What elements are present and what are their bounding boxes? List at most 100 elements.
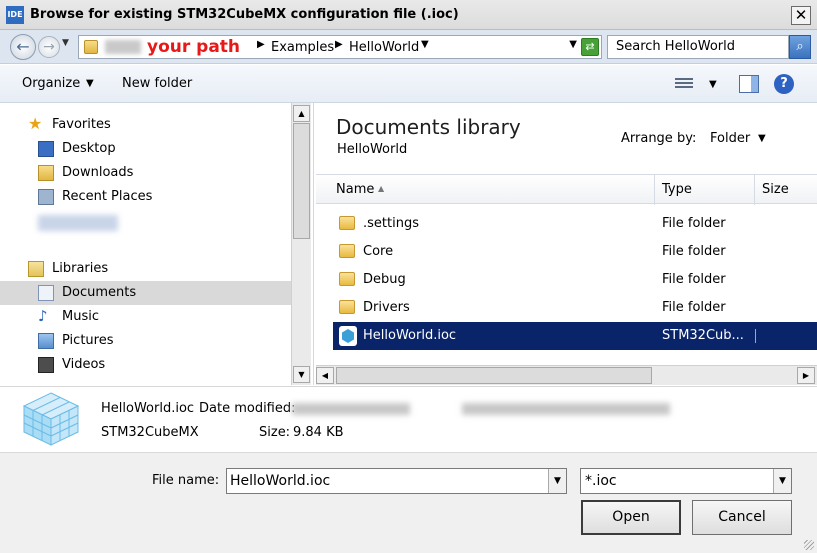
stm32cubemx-file-icon <box>339 326 357 346</box>
videos-icon <box>38 357 54 373</box>
breadcrumb-helloworld[interactable]: HelloWorld <box>349 40 419 55</box>
back-button[interactable]: ← <box>10 34 36 60</box>
recent-locations-chevron-icon[interactable]: ▼ <box>62 38 69 48</box>
view-dropdown-icon[interactable]: ▼ <box>709 79 717 90</box>
date-modified-label: Date modified: <box>199 401 296 416</box>
file-name: Core <box>363 244 394 259</box>
open-button[interactable]: Open <box>581 500 681 535</box>
arrange-by-label: Arrange by: <box>621 131 697 146</box>
nav-videos[interactable]: Videos <box>0 353 291 377</box>
redacted-path <box>462 403 670 415</box>
arrange-dropdown-icon[interactable]: ▼ <box>758 133 766 144</box>
nav-documents[interactable]: Documents <box>0 281 291 305</box>
nav-recent-places[interactable]: Recent Places <box>0 185 291 209</box>
file-name-dropdown-icon[interactable]: ▼ <box>548 469 566 493</box>
breadcrumb-examples[interactable]: Examples <box>271 40 334 55</box>
dialog-footer: File name: HelloWorld.ioc ▼ *.ioc ▼ Open… <box>0 452 817 553</box>
forward-button[interactable]: → <box>38 36 60 58</box>
scroll-thumb[interactable] <box>336 367 652 384</box>
preview-pane-icon[interactable] <box>739 75 759 93</box>
file-row[interactable]: .settings File folder <box>333 210 817 238</box>
file-row[interactable]: Drivers File folder <box>333 294 817 322</box>
column-size[interactable]: Size <box>755 175 817 205</box>
help-icon[interactable]: ? <box>774 74 794 94</box>
scroll-right-icon[interactable]: ▶ <box>797 367 815 384</box>
address-bar[interactable]: your path ▶ Examples ▶ HelloWorld ▼ ▼ ⇄ <box>78 35 602 59</box>
navigation-pane[interactable]: ★ Favorites Desktop Downloads Recent Pla… <box>0 103 314 385</box>
file-name: .settings <box>363 216 419 231</box>
nav-label: Pictures <box>62 333 114 348</box>
breadcrumb-separator-icon[interactable]: ▶ <box>257 39 265 50</box>
nav-redacted-item[interactable] <box>0 209 291 233</box>
new-folder-button[interactable]: New folder <box>122 76 192 91</box>
file-type: File folder <box>662 244 726 259</box>
window-title: Browse for existing STM32CubeMX configur… <box>30 7 459 22</box>
file-name: Debug <box>363 272 406 287</box>
music-icon: ♪ <box>38 307 48 325</box>
redacted-item <box>38 215 118 231</box>
file-name-label: File name: <box>152 473 220 488</box>
column-separator <box>755 329 756 343</box>
size-value: 9.84 KB <box>293 425 344 440</box>
file-row-selected[interactable]: HelloWorld.ioc STM32Cub... <box>333 322 817 350</box>
file-type: File folder <box>662 216 726 231</box>
folder-icon <box>339 272 355 286</box>
refresh-button[interactable]: ⇄ <box>581 38 599 56</box>
nav-label: Desktop <box>62 141 116 156</box>
command-bar: Organize ▼ New folder ▼ ? <box>0 65 817 103</box>
pictures-icon <box>38 333 54 349</box>
file-type-dropdown-icon[interactable]: ▼ <box>773 469 791 493</box>
file-row[interactable]: Debug File folder <box>333 266 817 294</box>
scroll-thumb[interactable] <box>293 123 310 239</box>
horizontal-scrollbar[interactable]: ◀ ▶ <box>316 365 817 385</box>
nav-pictures[interactable]: Pictures <box>0 329 291 353</box>
file-type: STM32Cub... <box>662 328 744 343</box>
redacted-date <box>292 403 410 415</box>
file-type-value: *.ioc <box>585 473 617 489</box>
folder-icon <box>339 216 355 230</box>
change-view-icon[interactable] <box>675 76 693 92</box>
recent-places-icon <box>38 189 54 205</box>
nav-label: Videos <box>62 357 106 372</box>
file-row[interactable]: Core File folder <box>333 238 817 266</box>
file-name-input[interactable]: HelloWorld.ioc ▼ <box>226 468 567 494</box>
breadcrumb-separator-icon[interactable]: ▶ <box>335 39 343 50</box>
nav-label: Music <box>62 309 99 324</box>
nav-libraries[interactable]: Libraries <box>0 257 291 281</box>
nav-favorites[interactable]: ★ Favorites <box>0 113 291 137</box>
file-name: Drivers <box>363 300 410 315</box>
search-icon[interactable]: ⌕ <box>789 35 811 59</box>
file-type: File folder <box>662 300 726 315</box>
scroll-left-icon[interactable]: ◀ <box>316 367 334 384</box>
column-header: Name ▲ Type Size <box>316 174 817 205</box>
organize-dropdown-icon[interactable]: ▼ <box>86 78 94 89</box>
library-subtitle: HelloWorld <box>337 142 408 157</box>
sort-ascending-icon: ▲ <box>378 184 385 193</box>
breadcrumb-dropdown-icon[interactable]: ▼ <box>421 39 429 50</box>
details-pane: HelloWorld.ioc Date modified: STM32CubeM… <box>0 386 817 452</box>
details-filename: HelloWorld.ioc <box>101 401 195 416</box>
file-list-pane[interactable]: Documents library HelloWorld Arrange by:… <box>316 103 817 385</box>
libraries-icon <box>28 261 44 277</box>
resize-grip-icon[interactable] <box>804 540 814 550</box>
nav-downloads[interactable]: Downloads <box>0 161 291 185</box>
cancel-button[interactable]: Cancel <box>692 500 792 535</box>
scroll-down-icon[interactable]: ▼ <box>293 366 310 383</box>
folder-icon <box>84 40 98 54</box>
app-icon: IDE <box>6 6 24 24</box>
search-input[interactable]: Search HelloWorld <box>607 35 789 59</box>
nav-music[interactable]: ♪ Music <box>0 305 291 329</box>
nav-desktop[interactable]: Desktop <box>0 137 291 161</box>
star-icon: ★ <box>28 114 43 133</box>
nav-label: Libraries <box>52 261 109 276</box>
column-name[interactable]: Name <box>316 175 655 205</box>
file-type-select[interactable]: *.ioc ▼ <box>580 468 792 494</box>
nav-label: Favorites <box>52 117 111 132</box>
address-history-dropdown-icon[interactable]: ▼ <box>569 39 577 50</box>
column-type[interactable]: Type <box>655 175 755 205</box>
organize-button[interactable]: Organize <box>22 76 80 91</box>
close-button[interactable]: ✕ <box>791 6 811 25</box>
arrange-by-dropdown[interactable]: Folder <box>710 131 750 146</box>
nav-scrollbar[interactable]: ▲ ▼ <box>291 103 311 385</box>
scroll-up-icon[interactable]: ▲ <box>293 105 310 122</box>
